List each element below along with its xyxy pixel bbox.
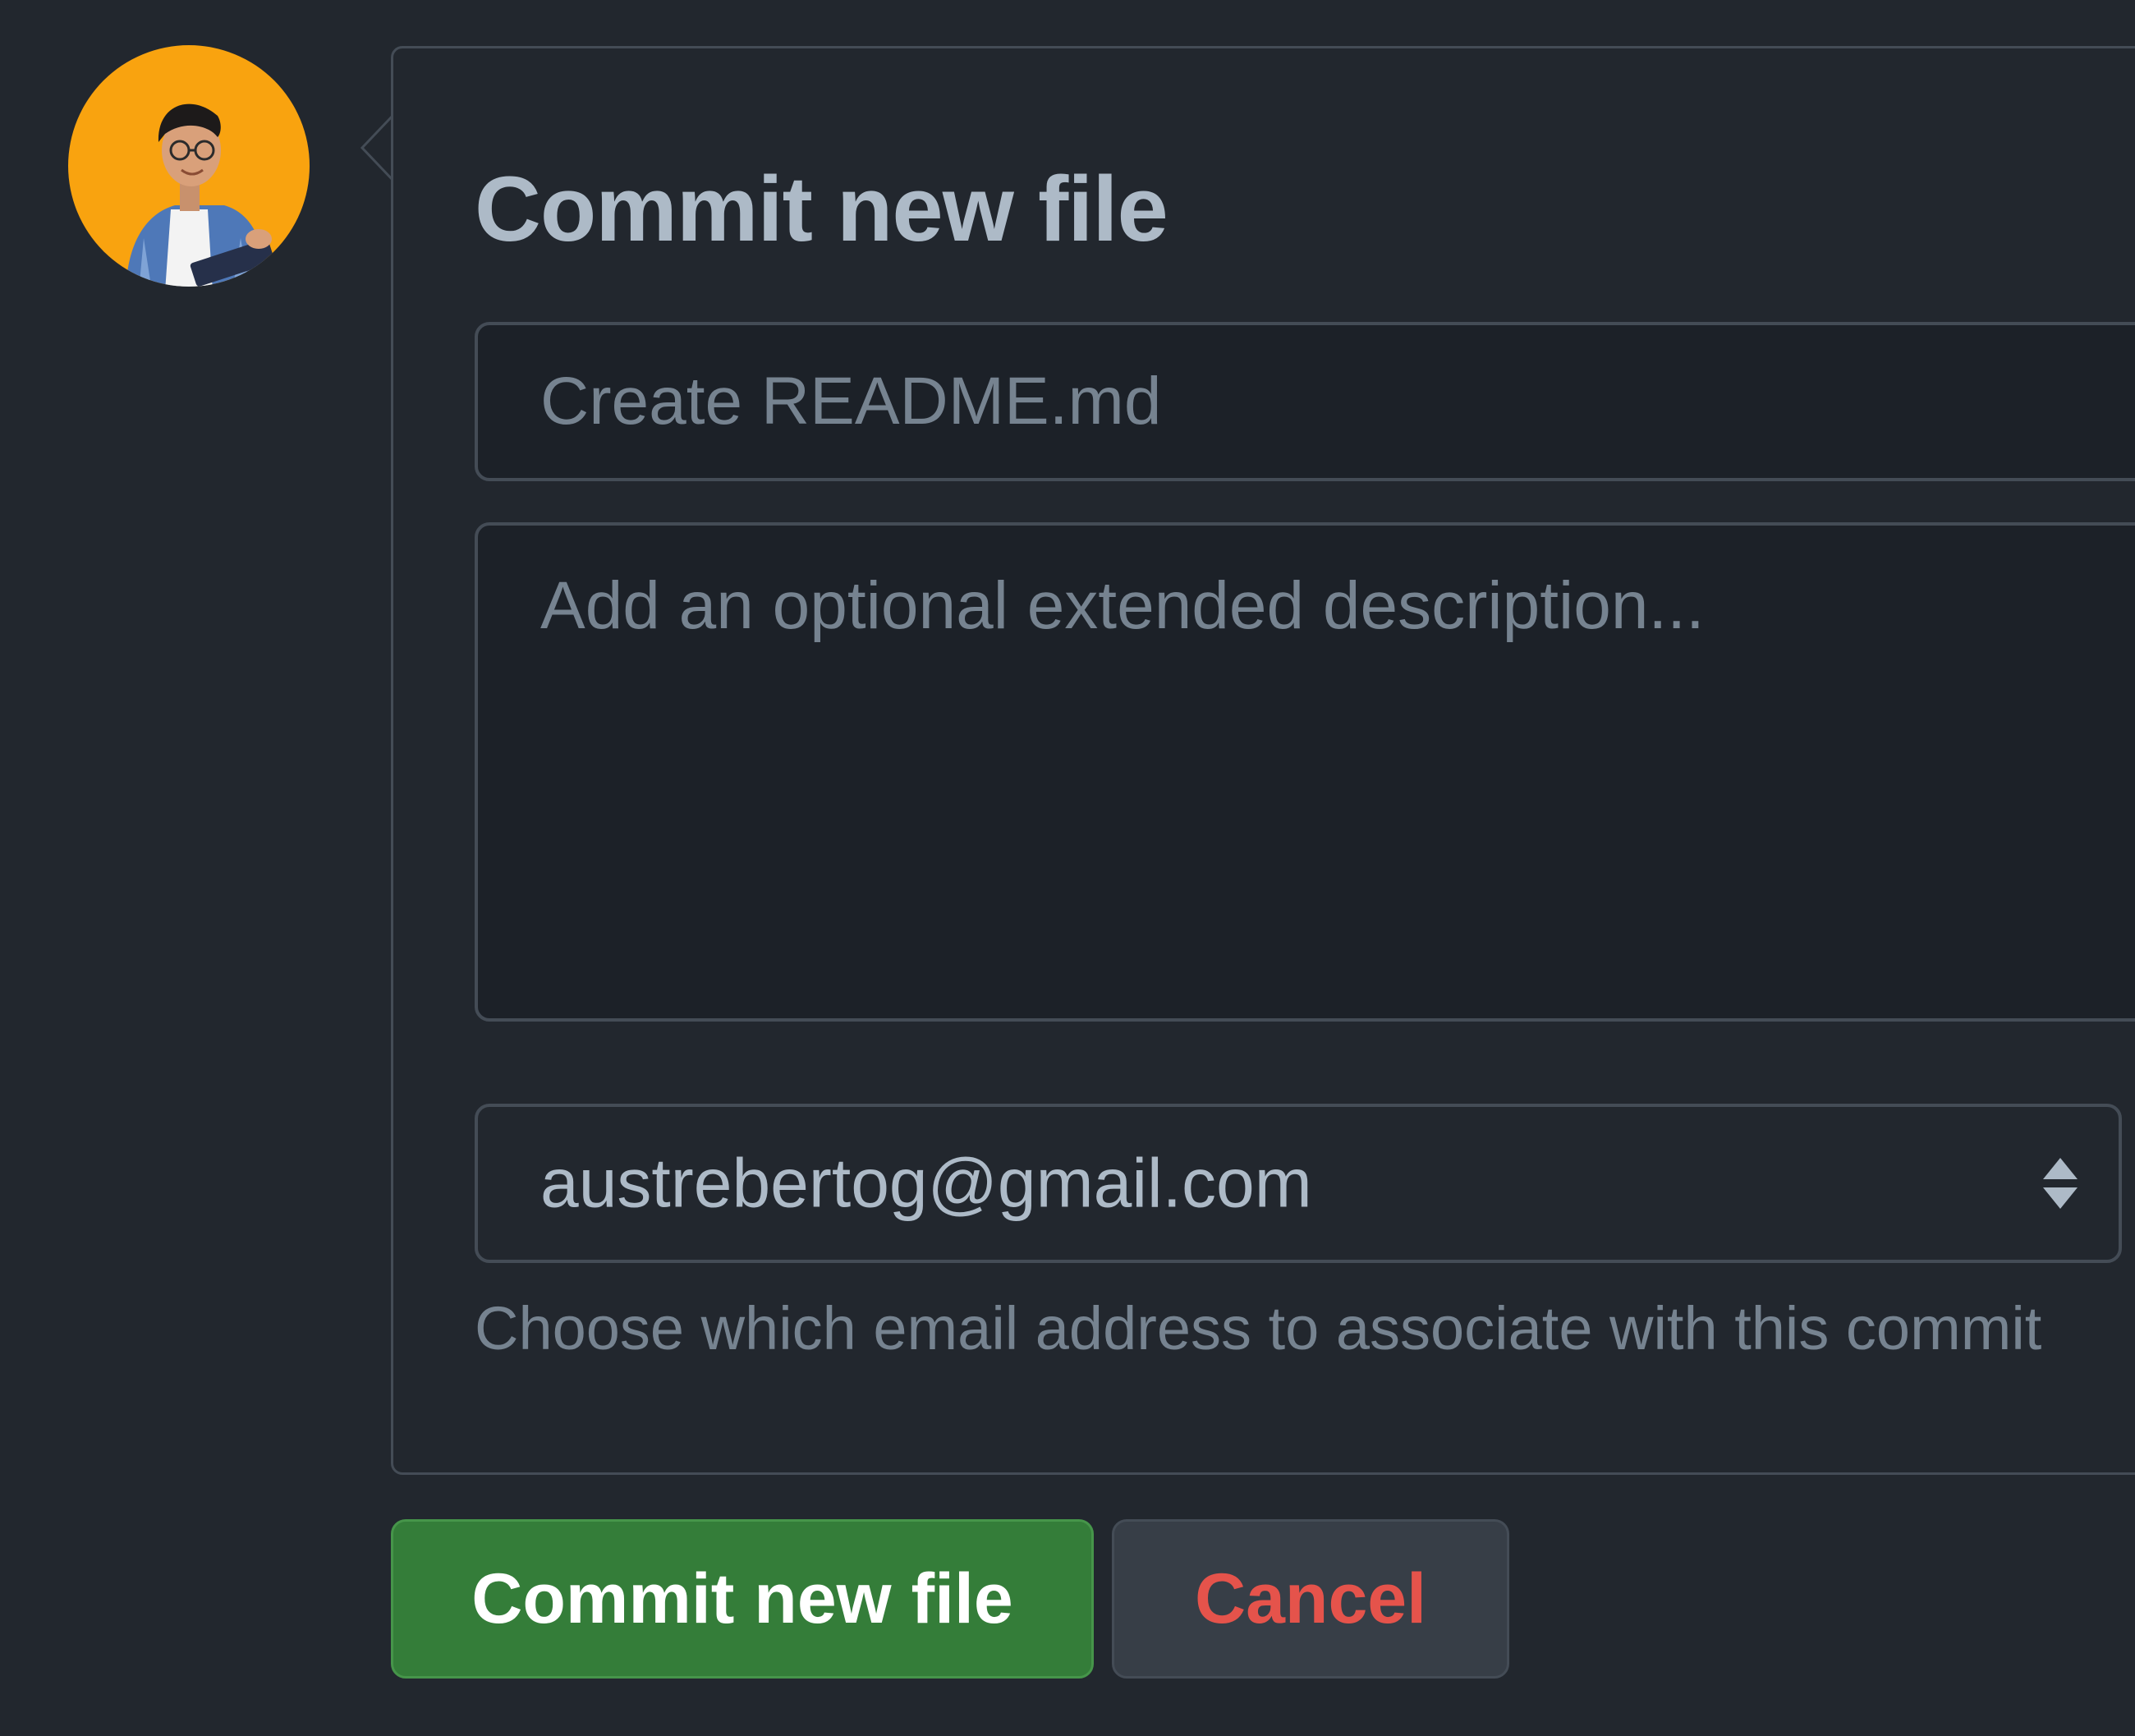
email-helper-text: Choose which email address to associate … xyxy=(475,1294,2042,1362)
commit-title: Commit new file xyxy=(475,158,1169,260)
commit-description-textarea[interactable] xyxy=(475,522,2135,1022)
email-select-value: austrebertog@gmail.com xyxy=(540,1144,1312,1222)
commit-new-file-button[interactable]: Commit new file xyxy=(391,1519,1094,1679)
commit-page: Commit new file austrebertog@gmail.com C… xyxy=(0,0,2135,1736)
select-arrows-icon xyxy=(2043,1158,2078,1209)
person-illustration xyxy=(126,103,275,287)
email-select[interactable]: austrebertog@gmail.com xyxy=(475,1104,2122,1263)
commit-summary-input[interactable] xyxy=(475,322,2135,481)
avatar[interactable] xyxy=(68,45,310,287)
cancel-button[interactable]: Cancel xyxy=(1112,1519,1509,1679)
